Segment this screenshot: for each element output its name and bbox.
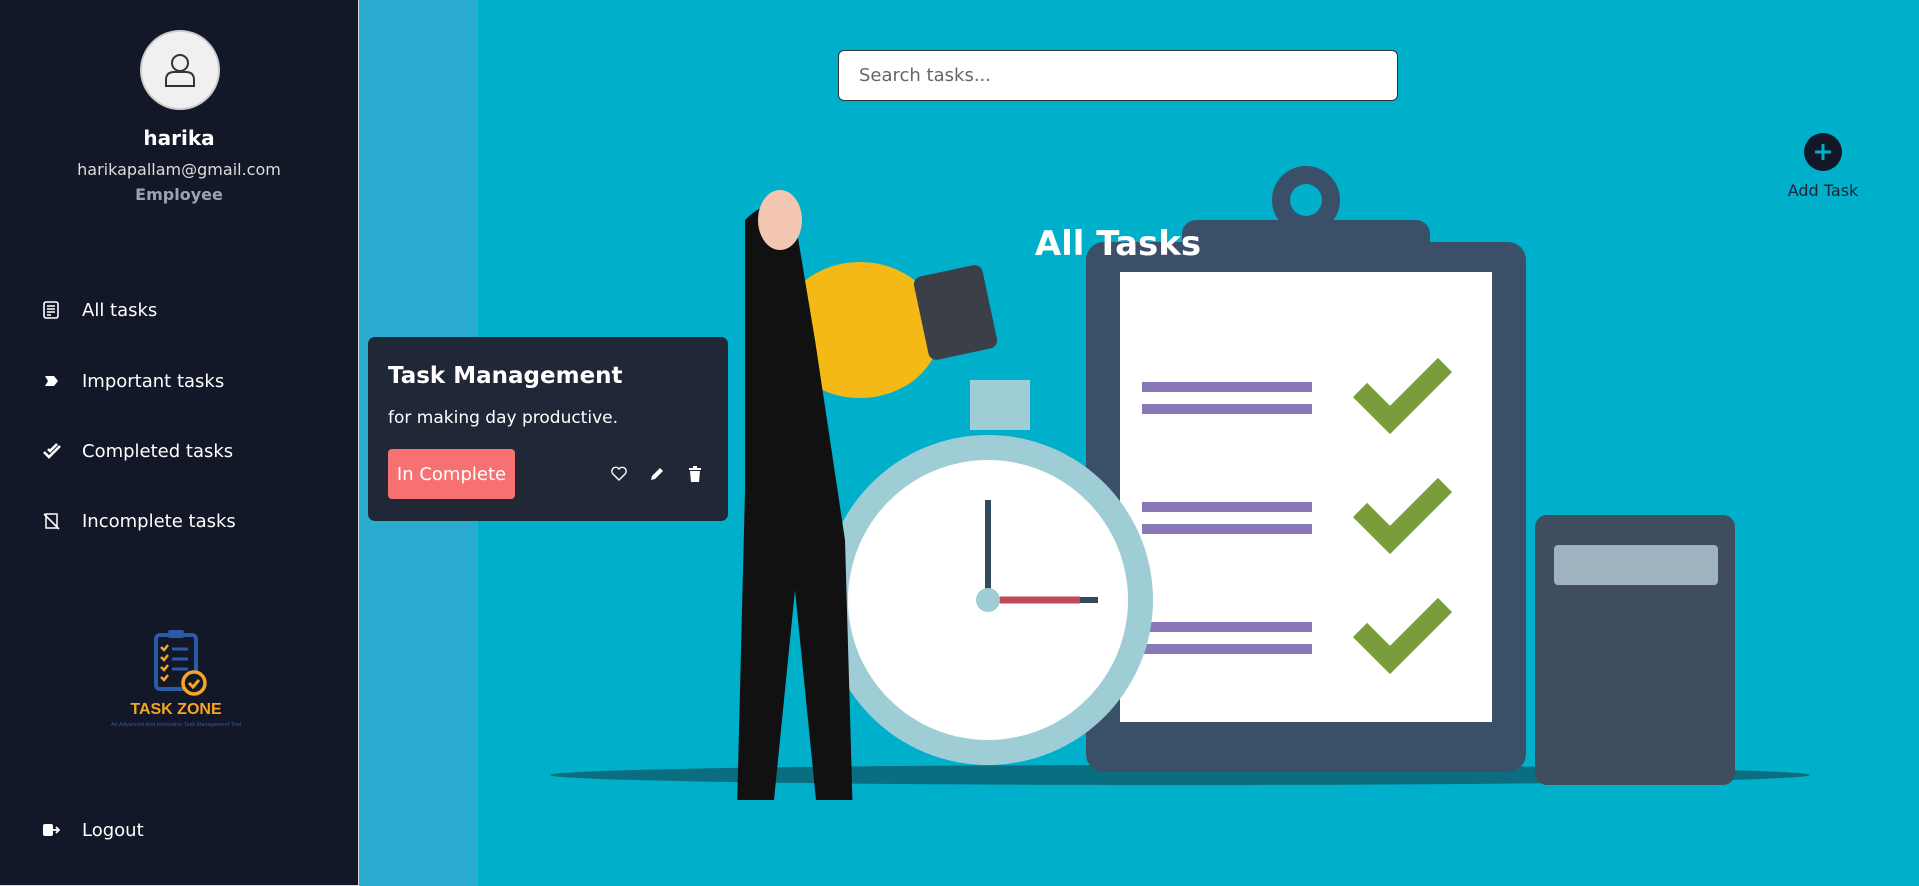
page-title: All Tasks bbox=[1034, 224, 1202, 264]
svg-text:TASK ZONE: TASK ZONE bbox=[130, 701, 222, 718]
sidebar-item-label: Important tasks bbox=[82, 370, 225, 392]
logout-button[interactable]: Logout bbox=[0, 810, 358, 850]
plus-icon bbox=[1804, 133, 1842, 171]
search-input[interactable] bbox=[838, 50, 1398, 101]
user-role: Employee bbox=[135, 185, 223, 204]
heart-icon[interactable] bbox=[610, 465, 628, 483]
delete-icon[interactable] bbox=[686, 465, 704, 483]
svg-text:An Advanced And Innovative Tas: An Advanced And Innovative Task Manageme… bbox=[111, 722, 241, 728]
sidebar-item-incomplete-tasks[interactable]: Incomplete tasks bbox=[0, 501, 358, 541]
task-description: for making day productive. bbox=[388, 408, 618, 428]
task-card: Task Management for making day productiv… bbox=[368, 337, 728, 521]
sidebar-item-important-tasks[interactable]: Important tasks bbox=[0, 361, 358, 401]
no-note-icon bbox=[43, 513, 60, 530]
sidebar: harika harikapallam@gmail.com Employee A… bbox=[0, 0, 359, 886]
task-status-button[interactable]: In Complete bbox=[388, 449, 515, 499]
user-email: harikapallam@gmail.com bbox=[77, 160, 281, 179]
task-zone-logo: TASK ZONE An Advanced And Innovative Tas… bbox=[90, 625, 310, 735]
sidebar-item-label: All tasks bbox=[82, 299, 158, 321]
logout-label: Logout bbox=[82, 819, 144, 841]
avatar bbox=[140, 30, 220, 110]
sidebar-item-label: Incomplete tasks bbox=[82, 510, 236, 532]
add-task-button[interactable]: Add Task bbox=[1785, 133, 1861, 200]
logout-icon bbox=[43, 824, 60, 836]
user-name: harika bbox=[143, 126, 215, 150]
sidebar-item-label: Completed tasks bbox=[82, 440, 234, 462]
list-icon bbox=[43, 301, 59, 319]
add-task-label: Add Task bbox=[1787, 181, 1859, 200]
user-icon bbox=[165, 54, 195, 87]
tag-icon bbox=[45, 376, 58, 386]
edit-icon[interactable] bbox=[648, 465, 666, 483]
sidebar-item-completed-tasks[interactable]: Completed tasks bbox=[0, 431, 358, 471]
sidebar-item-all-tasks[interactable]: All tasks bbox=[0, 290, 358, 330]
double-check-icon bbox=[43, 443, 61, 459]
task-title: Task Management bbox=[388, 363, 623, 389]
